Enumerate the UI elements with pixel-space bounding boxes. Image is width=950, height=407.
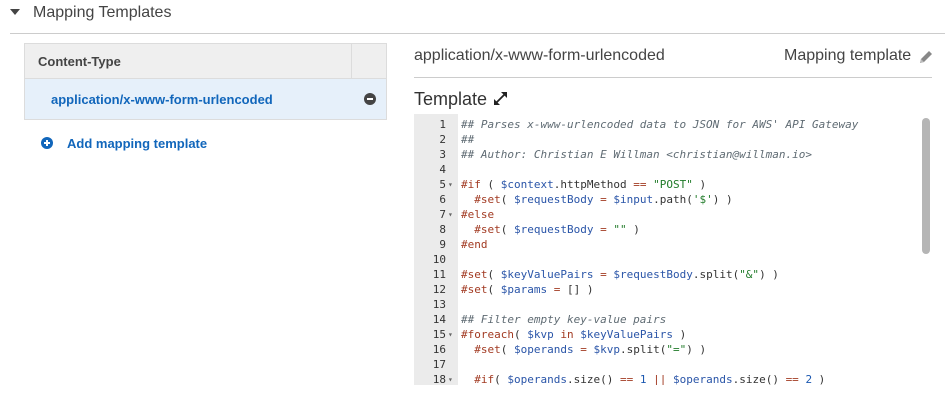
content-type-row-label[interactable]: application/x-www-form-urlencoded <box>51 92 273 107</box>
add-mapping-template-button[interactable]: Add mapping template <box>41 134 207 152</box>
code-line[interactable]: 5 ▾ #if ( $context.httpMethod == "POST" ) <box>414 177 932 192</box>
code-text: #end <box>461 238 488 251</box>
code-line[interactable]: 1 ## Parses x-www-urlencoded data to JSON… <box>414 117 932 132</box>
code-text: #set( $params = [] ) <box>461 283 594 296</box>
code-line[interactable]: 6 #set( $requestBody = $input.path('$') … <box>414 192 932 207</box>
line-number: 5 <box>439 178 446 191</box>
content-type-row[interactable]: application/x-www-form-urlencoded <box>24 79 387 120</box>
header-divider <box>351 44 352 79</box>
line-number: 17 <box>432 358 446 371</box>
line-number: 13 <box>432 298 446 311</box>
section-divider <box>10 33 945 34</box>
line-number: 15 <box>432 328 446 341</box>
code-line[interactable]: 9 #end <box>414 237 932 252</box>
fold-toggle-icon[interactable]: ▾ <box>448 177 453 192</box>
code-text: #set( $keyValuePairs = $requestBody.spli… <box>461 268 779 281</box>
code-line[interactable]: 16 #set( $operands = $kvp.split("=") ) <box>414 342 932 357</box>
caret-down-icon[interactable] <box>10 9 20 15</box>
code-line[interactable]: 7 ▾ #else <box>414 207 932 222</box>
template-code-editor[interactable]: 1 ## Parses x-www-urlencoded data to JSON… <box>414 114 932 385</box>
code-line[interactable]: 15 ▾ #foreach( $kvp in $keyValuePairs ) <box>414 327 932 342</box>
code-line[interactable]: 13 <box>414 297 932 312</box>
code-text: ## <box>461 133 475 146</box>
pencil-icon[interactable] <box>918 49 934 65</box>
add-mapping-template-label[interactable]: Add mapping template <box>67 136 207 151</box>
line-number: 10 <box>432 253 446 266</box>
code-line[interactable]: 12 #set( $params = [] ) <box>414 282 932 297</box>
code-text: ## Author: Christian E Willman <christia… <box>461 148 812 161</box>
code-text: #foreach( $kvp in $keyValuePairs ) <box>461 328 687 341</box>
section-header[interactable]: Mapping Templates <box>0 0 950 30</box>
code-line[interactable]: 14 ## Filter empty key-value pairs <box>414 312 932 327</box>
template-label: Template <box>414 89 488 109</box>
selected-content-type: application/x-www-form-urlencoded <box>414 47 665 64</box>
panel-divider <box>414 77 932 78</box>
line-number: 7 <box>439 208 446 221</box>
content-type-table: Content-Type application/x-www-form-urle… <box>24 43 387 120</box>
line-number: 1 <box>439 118 446 131</box>
section-title: Mapping Templates <box>33 4 172 21</box>
line-number: 2 <box>439 133 446 146</box>
line-number: 12 <box>432 283 446 296</box>
line-number: 4 <box>439 163 446 176</box>
code-line[interactable]: 3 ## Author: Christian E Willman <christi… <box>414 147 932 162</box>
line-number: 8 <box>439 223 446 236</box>
code-line[interactable]: 10 <box>414 252 932 267</box>
line-number: 18 <box>432 373 446 385</box>
code-text: #set( $requestBody = $input.path('$') ) <box>461 193 733 206</box>
fold-toggle-icon[interactable]: ▾ <box>448 372 453 385</box>
code-line[interactable]: 18 ▾ #if( $operands.size() == 1 || $opera… <box>414 372 932 385</box>
fold-toggle-icon[interactable]: ▾ <box>448 207 453 222</box>
line-number: 16 <box>432 343 446 356</box>
code-line[interactable]: 17 <box>414 357 932 372</box>
code-line[interactable]: 2 ## <box>414 132 932 147</box>
code-text: #set( $requestBody = "" ) <box>461 223 640 236</box>
code-text: ## Filter empty key-value pairs <box>461 313 667 326</box>
line-number: 6 <box>439 193 446 206</box>
fold-toggle-icon[interactable]: ▾ <box>448 327 453 342</box>
line-number: 11 <box>432 268 446 281</box>
mapping-template-label: Mapping template <box>784 47 912 64</box>
line-number: 3 <box>439 148 446 161</box>
line-number: 14 <box>432 313 446 326</box>
minus-circle-icon[interactable] <box>364 93 376 105</box>
code-text: #set( $operands = $kvp.split("=") ) <box>461 343 707 356</box>
content-type-header: Content-Type <box>24 43 387 79</box>
code-line[interactable]: 4 <box>414 162 932 177</box>
code-text: ## Parses x-www-urlencoded data to JSON … <box>461 118 859 131</box>
code-line[interactable]: 8 #set( $requestBody = "" ) <box>414 222 932 237</box>
content-type-column-label: Content-Type <box>38 54 121 69</box>
expand-arrows-icon[interactable] <box>492 90 509 107</box>
plus-circle-icon[interactable] <box>41 137 53 149</box>
line-number: 9 <box>439 238 446 251</box>
code-text: #else <box>461 208 495 221</box>
code-line[interactable]: 11 #set( $keyValuePairs = $requestBody.sp… <box>414 267 932 282</box>
code-text: #if( $operands.size() == 1 || $operands.… <box>461 373 826 385</box>
code-text: #if ( $context.httpMethod == "POST" ) <box>461 178 707 191</box>
